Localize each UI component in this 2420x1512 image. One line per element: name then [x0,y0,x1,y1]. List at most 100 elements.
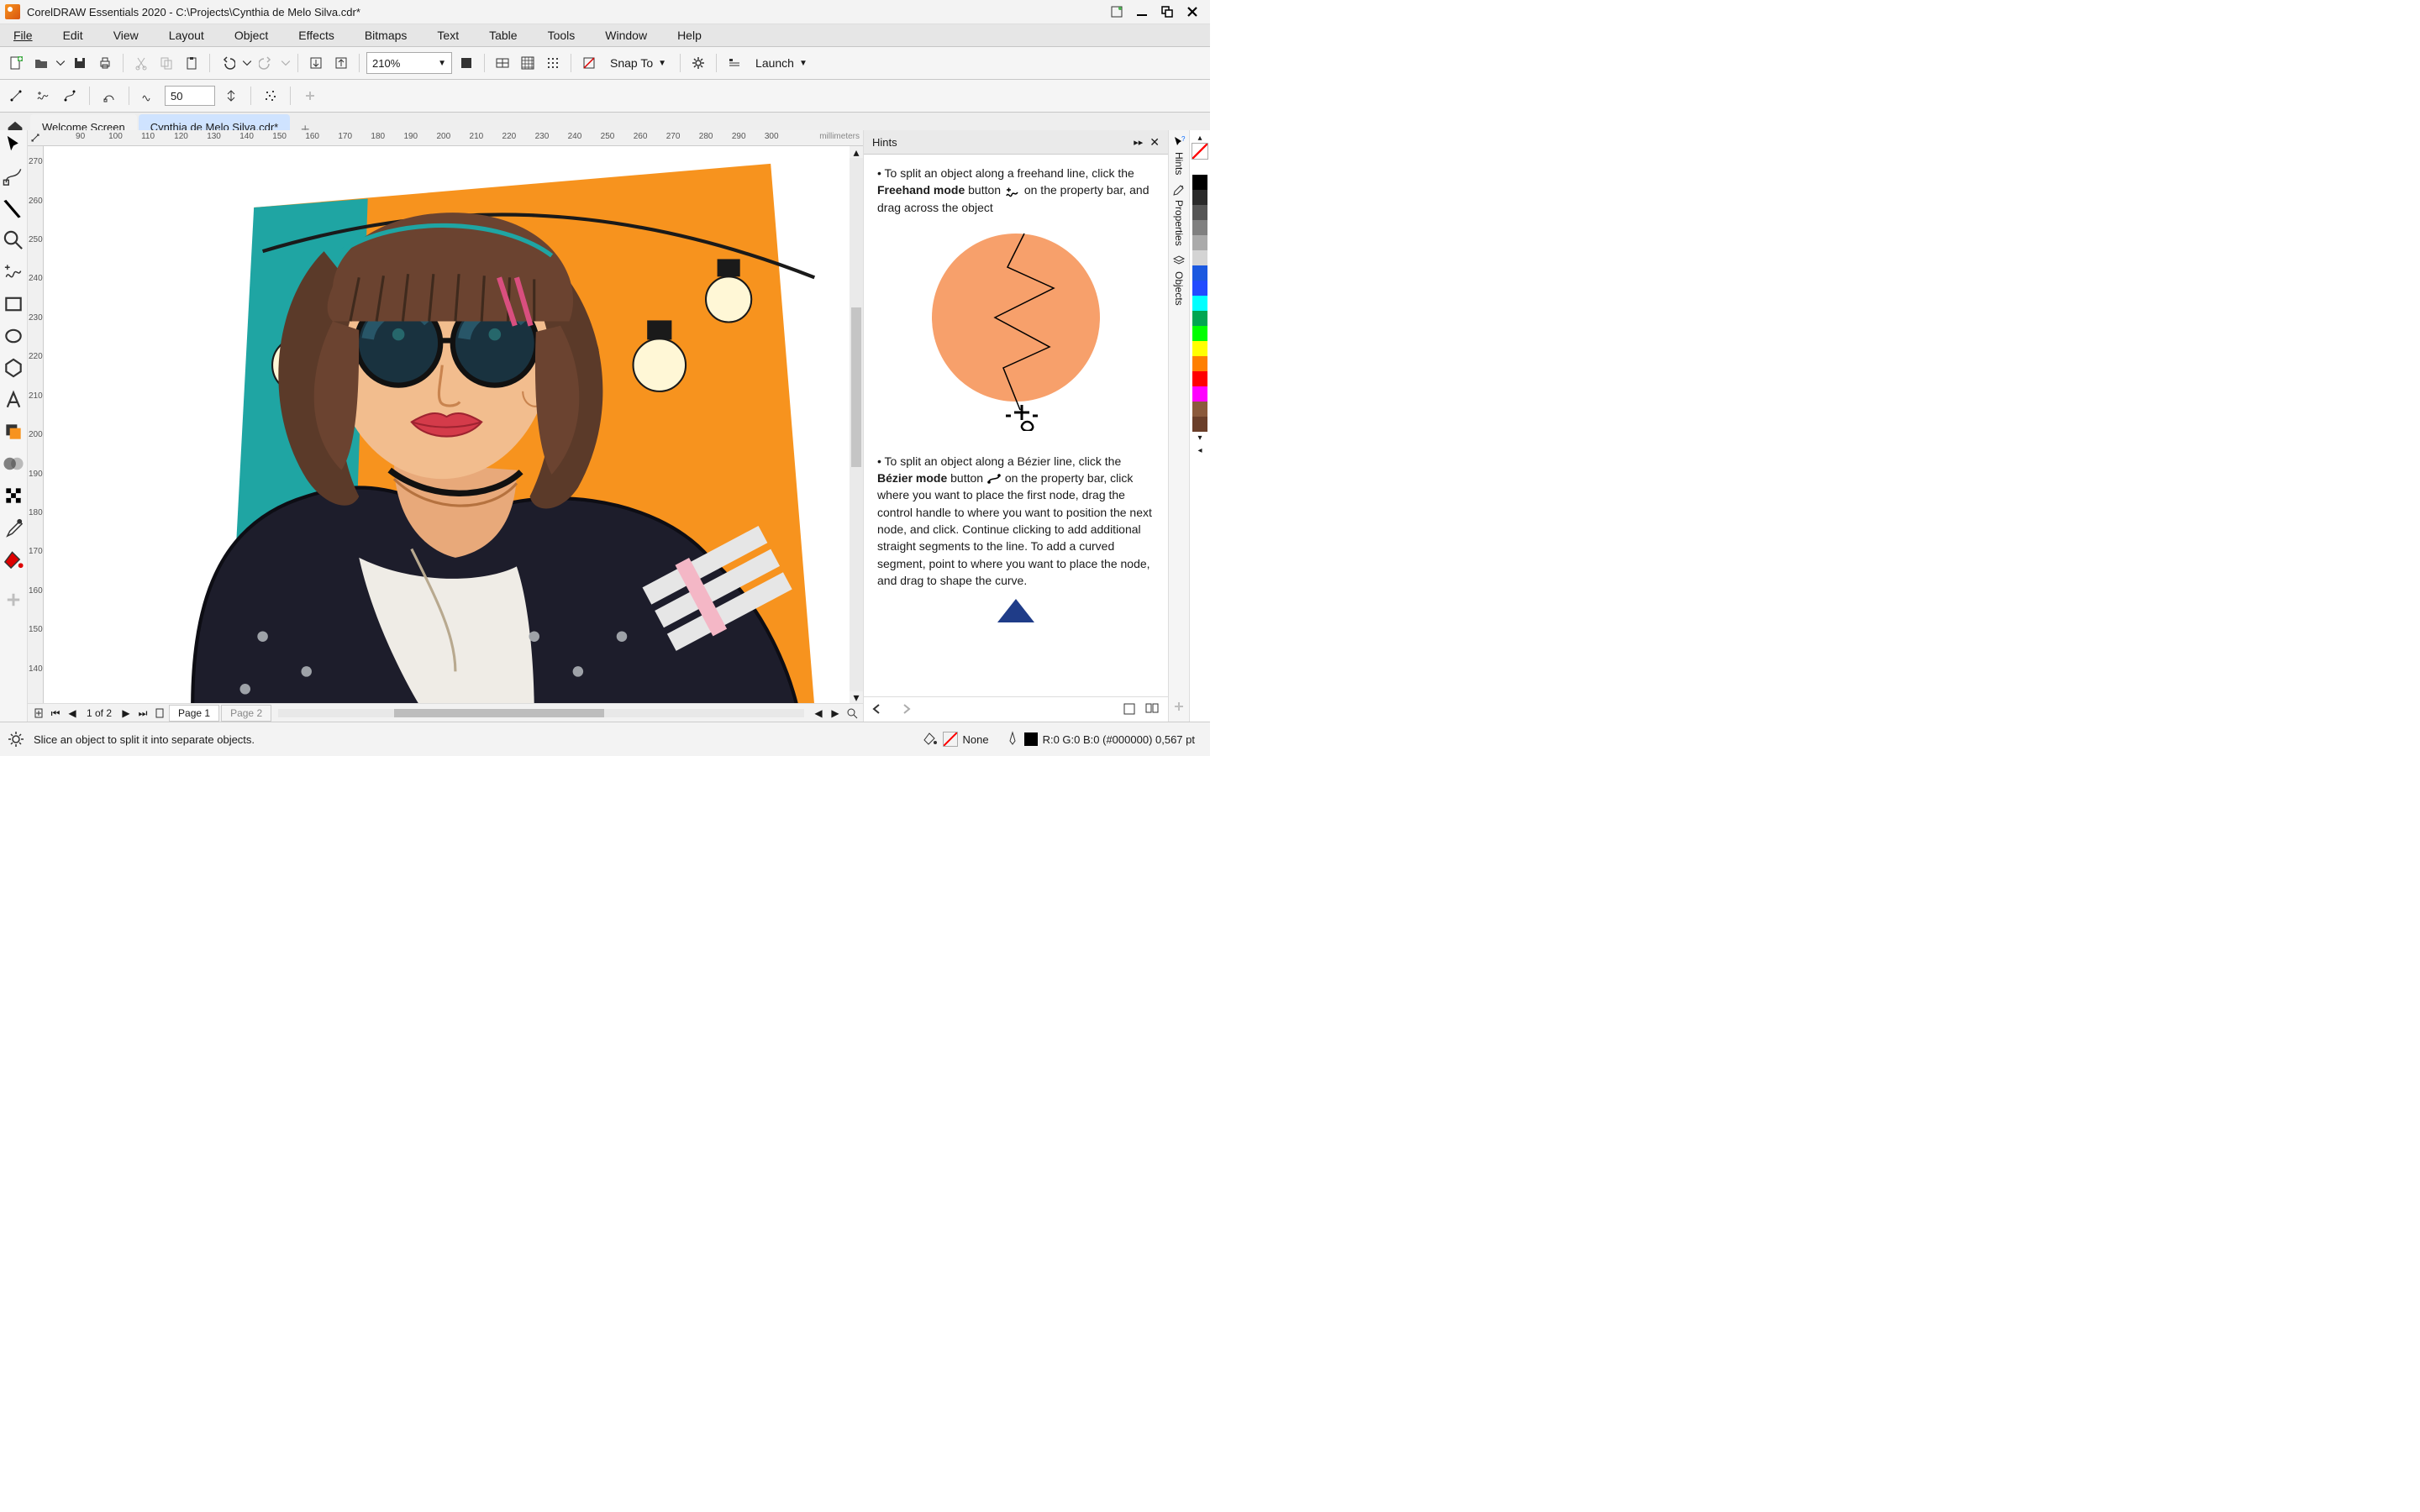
hints-settings-icon[interactable] [1123,702,1136,718]
rectangle-tool[interactable] [3,293,24,315]
dock-tab-objects[interactable]: Objects [1170,255,1188,306]
pattern-tool[interactable] [3,485,24,507]
hints-book-icon[interactable] [1144,702,1160,718]
hints-forward-icon[interactable] [896,703,911,717]
transparency-tool[interactable] [3,453,24,475]
export-button[interactable] [330,52,352,74]
color-swatch[interactable] [1192,356,1207,371]
color-swatch[interactable] [1192,175,1207,190]
redo-dropdown[interactable] [281,52,291,74]
palette-up-icon[interactable]: ▴ [1197,134,1202,143]
crop-tool[interactable] [3,197,24,219]
color-swatch[interactable] [1192,220,1207,235]
undo-button[interactable] [217,52,239,74]
polygon-tool[interactable] [3,357,24,379]
eyedropper-tool[interactable] [3,517,24,538]
horizontal-scrollbar[interactable] [278,709,804,717]
menu-bitmaps[interactable]: Bitmaps [350,24,423,46]
scroll-down-icon[interactable]: ▾ [850,691,863,703]
grid3-button[interactable] [542,52,564,74]
ruler-horizontal[interactable]: 90 100 110 120 130 140 150 160 170 180 1… [43,130,863,146]
scroll-thumb[interactable] [394,709,604,717]
auto-close-button[interactable] [98,85,120,107]
paste-button[interactable] [181,52,203,74]
hints-back-icon[interactable] [872,703,887,717]
minimize-button[interactable] [1129,2,1155,22]
pick-tool[interactable] [3,134,24,155]
color-swatch[interactable] [1192,341,1207,356]
dock-tab-properties[interactable]: Properties [1170,183,1188,246]
freehand-mode-button[interactable] [32,85,54,107]
color-swatch[interactable] [1192,326,1207,341]
menu-file[interactable]: File [8,24,48,46]
color-swatch[interactable] [1192,250,1207,265]
menu-table[interactable]: Table [474,24,532,46]
color-swatch[interactable] [1192,281,1207,296]
dropshadow-tool[interactable] [3,421,24,443]
fill-bucket-icon[interactable] [923,731,938,748]
add-button[interactable] [299,85,321,107]
close-button[interactable] [1180,2,1205,22]
page-first-icon[interactable]: ⏮ [48,706,63,721]
zoom-level-input[interactable]: 210%▼ [366,52,452,74]
outline-swatch[interactable] [1024,732,1038,746]
open-dropdown[interactable] [55,52,66,74]
color-swatch[interactable] [1192,160,1207,175]
settings-icon[interactable] [7,730,25,748]
color-swatch[interactable] [1192,296,1207,311]
color-swatch[interactable] [1192,265,1207,281]
palette-expand-icon[interactable]: ◂ [1197,446,1202,455]
shape-tool[interactable] [3,165,24,187]
add-tool-button[interactable] [3,589,24,611]
scatter-button[interactable] [260,85,281,107]
dock-tab-hints[interactable]: ? Hints [1170,135,1188,175]
share-icon[interactable] [1104,2,1129,22]
text-tool[interactable] [3,389,24,411]
vertical-scrollbar[interactable]: ▴ ▾ [850,146,863,703]
page-prev-icon[interactable]: ◀ [65,706,80,721]
outline-pen-icon[interactable] [1006,731,1019,748]
maximize-button[interactable] [1155,2,1180,22]
twopoint-line-button[interactable] [5,85,27,107]
import-button[interactable] [305,52,327,74]
zoom-tool[interactable] [3,229,24,251]
color-swatch[interactable] [1192,205,1207,220]
freehand-tool[interactable] [3,261,24,283]
fill-tool[interactable] [3,549,24,570]
menu-window[interactable]: Window [590,24,662,46]
new-button[interactable] [5,52,27,74]
snap-off-button[interactable] [578,52,600,74]
drawing-canvas[interactable] [44,146,850,703]
menu-object[interactable]: Object [219,24,283,46]
color-swatch[interactable] [1192,311,1207,326]
outline-width-button[interactable] [220,85,242,107]
launcher-icon[interactable] [723,52,745,74]
redo-button[interactable] [255,52,277,74]
hscroll-left-icon[interactable]: ◀ [811,706,826,721]
scroll-thumb[interactable] [851,307,861,468]
fill-swatch[interactable] [943,732,958,747]
color-swatch[interactable] [1192,417,1207,432]
snap-to-dropdown[interactable]: Snap To▼ [603,53,673,73]
page-last-icon[interactable]: ⏭ [135,706,150,721]
cut-button[interactable] [130,52,152,74]
color-swatch[interactable] [1192,371,1207,386]
menu-view[interactable]: View [98,24,154,46]
color-swatch[interactable] [1192,386,1207,402]
page-next-icon[interactable]: ▶ [118,706,134,721]
launch-dropdown[interactable]: Launch▼ [749,53,814,73]
zoom-navigator-icon[interactable] [844,706,860,721]
open-button[interactable] [30,52,52,74]
undo-dropdown[interactable] [242,52,252,74]
copy-button[interactable] [155,52,177,74]
page-tab-1[interactable]: Page 1 [169,705,219,722]
no-color-swatch[interactable] [1192,143,1208,160]
options-button[interactable] [687,52,709,74]
menu-help[interactable]: Help [662,24,717,46]
collapse-icon[interactable]: ▸▸ [1134,137,1143,148]
grid2-button[interactable] [517,52,539,74]
color-swatch[interactable] [1192,235,1207,250]
color-swatch[interactable] [1192,190,1207,205]
page-add2-icon[interactable] [152,706,167,721]
ruler-vertical[interactable]: 270 260 250 240 230 220 210 200 190 180 … [28,146,44,703]
